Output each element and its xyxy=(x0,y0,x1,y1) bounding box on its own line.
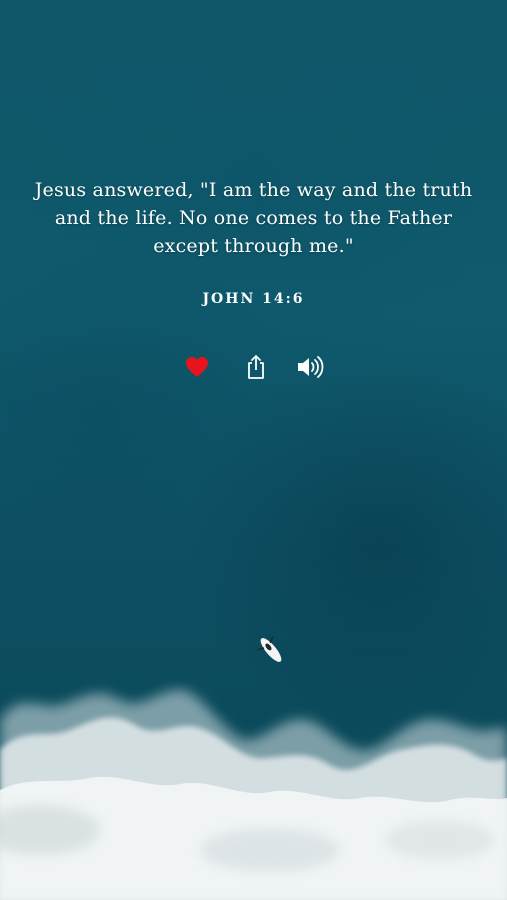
like-button[interactable] xyxy=(182,352,212,382)
verse-card: Jesus answered, "I am the way and the tr… xyxy=(30,176,477,307)
surfer-on-board xyxy=(257,636,282,662)
heart-icon xyxy=(186,357,208,377)
speaker-icon xyxy=(298,356,324,378)
audio-button[interactable] xyxy=(295,352,325,382)
share-icon xyxy=(248,355,264,379)
verse-actions xyxy=(0,352,507,382)
verse-reference: JOHN 14:6 xyxy=(202,291,305,307)
verse-text: Jesus answered, "I am the way and the tr… xyxy=(34,179,473,257)
share-button[interactable] xyxy=(241,352,271,382)
wave-foam xyxy=(0,689,507,900)
